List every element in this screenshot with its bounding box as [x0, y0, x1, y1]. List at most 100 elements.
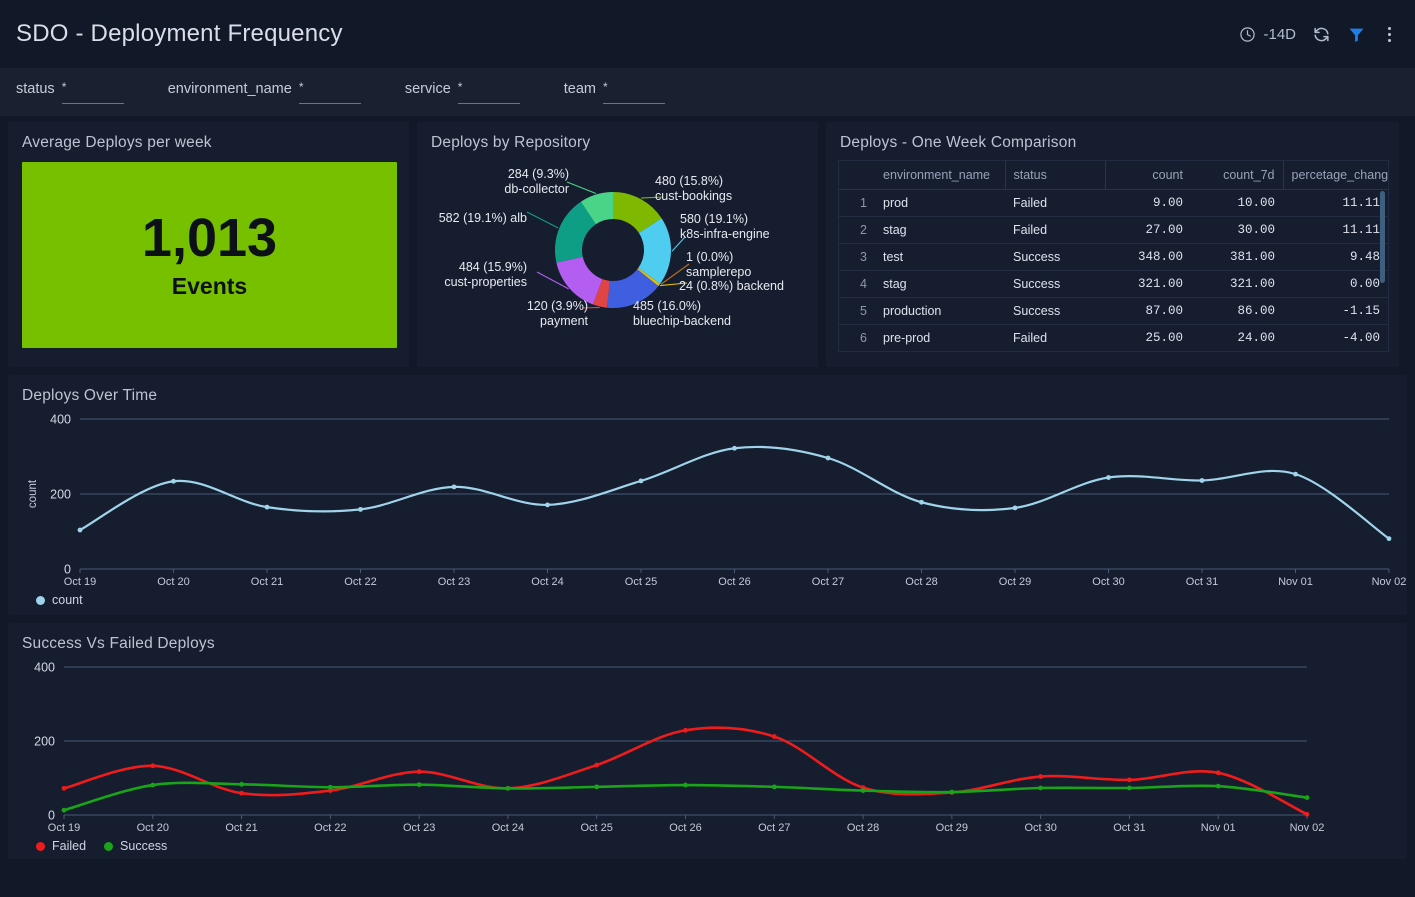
data-point[interactable] — [594, 784, 599, 789]
cell-environment-name: prod — [875, 190, 1005, 217]
col-percetage-change[interactable]: percetage_change — [1283, 161, 1388, 190]
time-range-picker[interactable]: -14D — [1239, 26, 1296, 43]
data-point[interactable] — [417, 769, 422, 774]
data-point[interactable] — [826, 456, 831, 461]
data-point[interactable] — [772, 734, 777, 739]
dashboard-row-top: Average Deploys per week 1,013 Events De… — [8, 122, 1407, 367]
data-point[interactable] — [171, 479, 176, 484]
filter-environment-name[interactable]: environment_name * — [168, 81, 361, 104]
filter-team-input[interactable]: * — [603, 81, 665, 104]
y-tick-label: 400 — [50, 413, 71, 427]
comparison-table: environment_name status count count_7d p… — [839, 161, 1388, 352]
filter-environment-name-input[interactable]: * — [299, 81, 361, 104]
panel-deploys-over-time: Deploys Over Time 0200400countOct 19Oct … — [8, 375, 1407, 615]
table-row[interactable]: 5productionSuccess87.0086.00-1.15 — [839, 298, 1388, 325]
data-point[interactable] — [328, 785, 333, 790]
comparison-table-container[interactable]: environment_name status count count_7d p… — [838, 160, 1389, 352]
table-row[interactable]: 1prodFailed9.0010.0011.11 — [839, 190, 1388, 217]
col-count[interactable]: count — [1105, 161, 1191, 190]
legend-dot-Failed — [36, 842, 45, 851]
data-point[interactable] — [683, 783, 688, 788]
data-point[interactable] — [62, 786, 67, 791]
data-point[interactable] — [239, 782, 244, 787]
data-point[interactable] — [919, 500, 924, 505]
data-point[interactable] — [1106, 475, 1111, 480]
data-point[interactable] — [1305, 812, 1310, 817]
data-point[interactable] — [62, 808, 67, 813]
data-point[interactable] — [949, 790, 954, 795]
x-tick-label: Oct 30 — [1024, 822, 1056, 834]
stat-label: Events — [172, 273, 247, 300]
x-tick-label: Oct 22 — [314, 822, 346, 834]
data-point[interactable] — [1387, 536, 1392, 541]
line-series-count[interactable] — [80, 447, 1389, 539]
dashboard-row-line2: Success Vs Failed Deploys 0200400Oct 19O… — [8, 623, 1407, 859]
col-status[interactable]: status — [1005, 161, 1105, 190]
data-point[interactable] — [358, 507, 363, 512]
data-point[interactable] — [452, 484, 457, 489]
legend-item-Success[interactable]: Success — [104, 839, 167, 853]
data-point[interactable] — [772, 784, 777, 789]
data-point[interactable] — [1013, 505, 1018, 510]
x-tick-label: Nov 02 — [1372, 576, 1407, 588]
data-point[interactable] — [265, 505, 270, 510]
data-point[interactable] — [506, 786, 511, 791]
refresh-button[interactable] — [1312, 25, 1331, 44]
app-header: SDO - Deployment Frequency -14D — [0, 0, 1415, 68]
legend-dot-count — [36, 596, 45, 605]
more-options-button[interactable] — [1382, 25, 1397, 44]
data-point[interactable] — [1305, 795, 1310, 800]
data-point[interactable] — [150, 763, 155, 768]
time-range-label: -14D — [1263, 26, 1296, 43]
cell-percetage-change: 9.48 — [1283, 244, 1388, 271]
cell-idx: 6 — [839, 325, 875, 352]
table-row[interactable]: 4stagSuccess321.00321.000.00 — [839, 271, 1388, 298]
data-point[interactable] — [239, 791, 244, 796]
table-scrollbar[interactable] — [1380, 191, 1385, 283]
cell-status: Success — [1005, 298, 1105, 325]
filter-status-input[interactable]: * — [62, 81, 124, 104]
data-point[interactable] — [1200, 478, 1205, 483]
col-count-7d[interactable]: count_7d — [1191, 161, 1283, 190]
data-point[interactable] — [1216, 770, 1221, 775]
data-point[interactable] — [732, 446, 737, 451]
donut-label-alb: 582 (19.1%) alb — [417, 211, 527, 226]
x-tick-label: Oct 21 — [225, 822, 257, 834]
filter-button[interactable] — [1347, 25, 1366, 44]
table-row[interactable]: 3testSuccess348.00381.009.48 — [839, 244, 1388, 271]
filter-team[interactable]: team * — [564, 81, 665, 104]
cell-status: Failed — [1005, 325, 1105, 352]
panel-average-deploys-title: Average Deploys per week — [8, 122, 409, 152]
data-point[interactable] — [1038, 786, 1043, 791]
data-point[interactable] — [594, 763, 599, 768]
filter-environment-name-value: * — [299, 81, 361, 93]
data-point[interactable] — [1127, 777, 1132, 782]
data-point[interactable] — [683, 728, 688, 733]
legend-item-count[interactable]: count — [36, 593, 83, 607]
cell-percetage-change: -4.00 — [1283, 325, 1388, 352]
y-tick-label: 200 — [50, 488, 71, 502]
data-point[interactable] — [1127, 786, 1132, 791]
legend-item-Failed[interactable]: Failed — [36, 839, 86, 853]
cell-status: Failed — [1005, 217, 1105, 244]
filter-service-input[interactable]: * — [458, 81, 520, 104]
data-point[interactable] — [861, 788, 866, 793]
table-row[interactable]: 6pre-prodFailed25.0024.00-4.00 — [839, 325, 1388, 352]
filter-status[interactable]: status * — [16, 81, 124, 104]
stat-value: 1,013 — [142, 211, 277, 265]
data-point[interactable] — [1293, 472, 1298, 477]
col-environment-name[interactable]: environment_name — [875, 161, 1005, 190]
table-row[interactable]: 2stagFailed27.0030.0011.11 — [839, 217, 1388, 244]
data-point[interactable] — [639, 478, 644, 483]
filter-service[interactable]: service * — [405, 81, 520, 104]
data-point[interactable] — [150, 783, 155, 788]
data-point[interactable] — [545, 502, 550, 507]
data-point[interactable] — [417, 782, 422, 787]
data-point[interactable] — [1216, 784, 1221, 789]
data-point[interactable] — [78, 528, 83, 533]
donut-slice-cust-properties[interactable] — [556, 257, 602, 305]
x-tick-label: Oct 31 — [1186, 576, 1218, 588]
donut-label-backend: 24 (0.8%) backend — [679, 279, 784, 294]
x-tick-label: Oct 26 — [718, 576, 750, 588]
data-point[interactable] — [1038, 774, 1043, 779]
